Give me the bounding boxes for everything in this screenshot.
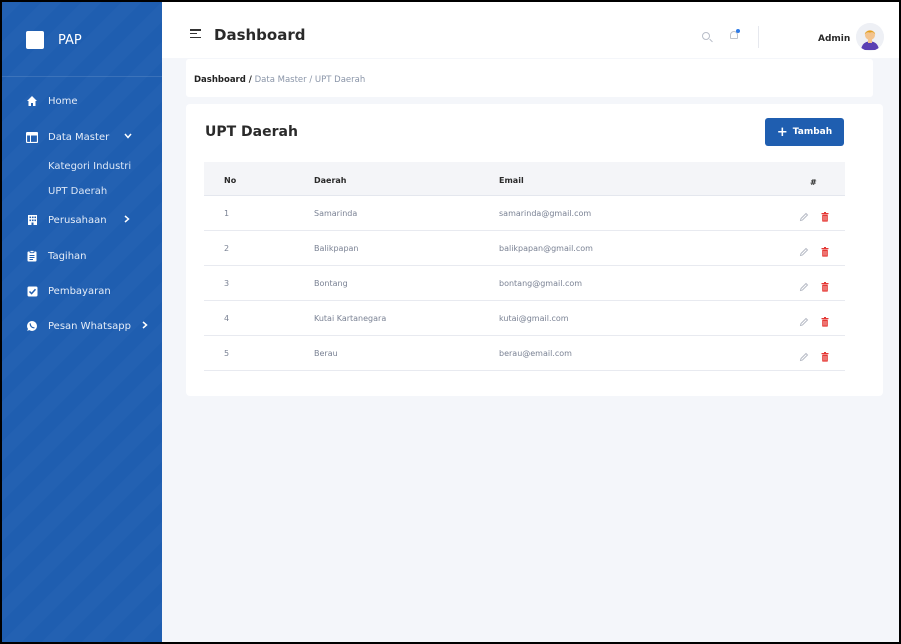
cell-no: 3 [224, 279, 230, 288]
breadcrumb: Dashboard / Data Master / UPT Daerah [186, 59, 873, 97]
cell-daerah: Bontang [314, 279, 348, 288]
sidebar-subitem-upt-daerah[interactable]: UPT Daerah [48, 186, 107, 197]
sidebar-item-label: Tagihan [48, 250, 87, 262]
cell-daerah: Samarinda [314, 209, 358, 218]
edit-icon[interactable] [799, 277, 809, 292]
sidebar-item-data-master[interactable]: Data Master [2, 126, 162, 148]
trash-icon[interactable] [821, 242, 829, 257]
plus-icon: + [776, 124, 788, 140]
divider [2, 76, 162, 77]
edit-icon[interactable] [799, 207, 809, 222]
edit-icon[interactable] [799, 347, 809, 362]
cell-no: 5 [224, 349, 230, 358]
cell-email: bontang@gmail.com [499, 279, 583, 288]
cell-no: 1 [224, 209, 230, 218]
chevron-right-icon [124, 214, 130, 226]
sidebar-item-label: Home [48, 95, 78, 107]
clipboard-icon [26, 250, 38, 262]
building-icon [26, 214, 38, 226]
breadcrumb-root[interactable]: Dashboard / [194, 75, 252, 85]
trash-icon[interactable] [821, 277, 829, 292]
column-header-email: Email [499, 176, 524, 185]
cell-daerah: Kutai Kartanegara [314, 314, 387, 323]
chevron-down-icon [124, 132, 132, 142]
trash-icon[interactable] [821, 207, 829, 222]
check-square-icon [26, 285, 38, 297]
menu-icon[interactable] [190, 29, 201, 39]
trash-icon[interactable] [821, 347, 829, 362]
table-row: 3 Bontang bontang@gmail.com [204, 266, 845, 301]
table-row: 2 Balikpapan balikpapan@gmail.com [204, 231, 845, 266]
sidebar-item-label: Pembayaran [48, 285, 111, 297]
cell-email: berau@email.com [499, 349, 572, 358]
home-icon [26, 95, 38, 107]
edit-icon[interactable] [799, 312, 809, 327]
whatsapp-icon [26, 320, 38, 332]
add-button-label: Tambah [792, 127, 833, 137]
cell-no: 2 [224, 244, 230, 253]
user-name[interactable]: Admin [818, 34, 850, 44]
sidebar-item-pembayaran[interactable]: Pembayaran [2, 280, 162, 302]
sidebar-item-label: Data Master [48, 131, 110, 143]
cell-email: kutai@gmail.com [499, 314, 569, 323]
table-row: 4 Kutai Kartanegara kutai@gmail.com [204, 301, 845, 336]
divider [758, 26, 759, 48]
cell-daerah: Balikpapan [314, 244, 359, 253]
card-title: UPT Daerah [205, 124, 298, 140]
sidebar-item-perusahaan[interactable]: Perusahaan [2, 209, 162, 231]
table-icon [26, 131, 38, 143]
chevron-right-icon [142, 320, 148, 332]
add-button[interactable]: + Tambah [765, 118, 844, 146]
cell-email: balikpapan@gmail.com [499, 244, 593, 253]
cell-daerah: Berau [314, 349, 338, 358]
avatar[interactable] [856, 23, 884, 51]
sidebar-subitem-kategori-industri[interactable]: Kategori Industri [48, 161, 131, 172]
table-row: 1 Samarinda samarinda@gmail.com [204, 196, 845, 231]
content-card: UPT Daerah + Tambah No Daerah Email # 1 … [186, 104, 883, 396]
brand[interactable]: PAP [26, 30, 82, 50]
cell-email: samarinda@gmail.com [499, 209, 592, 218]
logo-icon [26, 31, 44, 49]
column-header-daerah: Daerah [314, 176, 347, 185]
breadcrumb-path[interactable]: Data Master / UPT Daerah [255, 75, 366, 85]
breadcrumb-text: Dashboard / Data Master / UPT Daerah [194, 75, 365, 85]
column-header-action: # [810, 178, 817, 187]
edit-icon[interactable] [799, 242, 809, 257]
sidebar: PAP Home Data Master Kategori Industri U… [2, 2, 162, 642]
cell-no: 4 [224, 314, 230, 323]
table-header: No Daerah Email # [204, 162, 845, 196]
search-icon[interactable] [702, 32, 710, 40]
topbar: Dashboard Admin [162, 2, 899, 58]
trash-icon[interactable] [821, 312, 829, 327]
brand-name: PAP [58, 32, 82, 48]
table-row: 5 Berau berau@email.com [204, 336, 845, 371]
app-window: PAP Home Data Master Kategori Industri U… [2, 2, 899, 642]
sidebar-item-tagihan[interactable]: Tagihan [2, 245, 162, 267]
sidebar-item-label: Perusahaan [48, 214, 107, 226]
sidebar-item-pesan-whatsapp[interactable]: Pesan Whatsapp [2, 315, 162, 337]
bell-icon[interactable] [729, 29, 740, 41]
column-header-no: No [224, 176, 237, 185]
sidebar-item-home[interactable]: Home [2, 90, 162, 112]
sidebar-item-label: Pesan Whatsapp [48, 320, 131, 332]
page-title: Dashboard [214, 26, 306, 44]
